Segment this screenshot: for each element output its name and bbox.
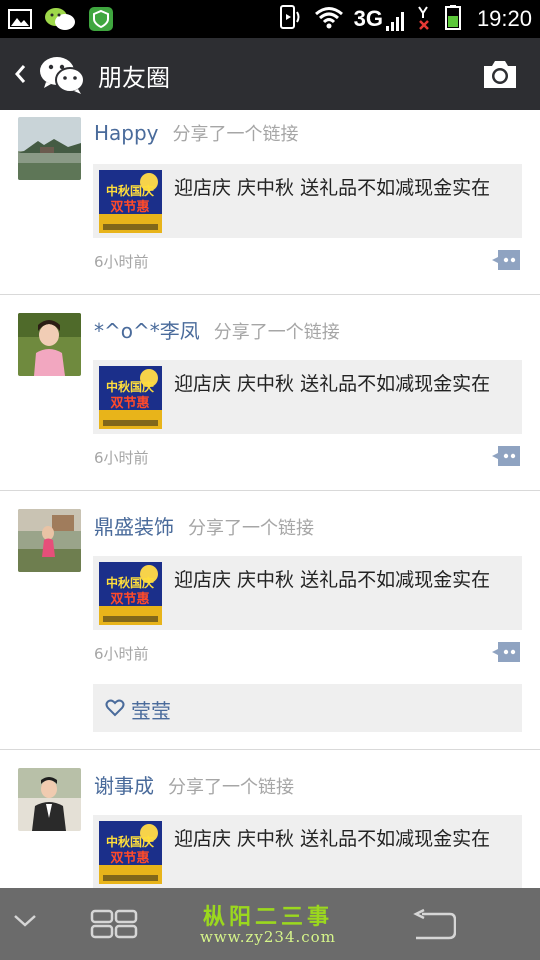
- link-thumbnail: 中秋国庆 双节惠: [99, 366, 162, 429]
- wechat-logo-icon[interactable]: [38, 54, 86, 96]
- chevron-left-icon[interactable]: [12, 60, 28, 88]
- post-action: 分享了一个链接: [168, 777, 294, 798]
- post-action: 分享了一个链接: [213, 322, 340, 343]
- svg-text:中秋国庆: 中秋国庆: [106, 575, 154, 590]
- watermark-url: www.zy234.com: [200, 928, 336, 946]
- comment-icon[interactable]: [490, 640, 522, 664]
- post-author[interactable]: *^o^*李凤: [94, 319, 200, 343]
- moments-feed[interactable]: Happy 分享了一个链接 中秋国庆 双节惠 迎店庆 庆中秋 送礼品不如减现金实在 …: [0, 110, 540, 888]
- post-author-line: 鼎盛装饰 分享了一个链接: [94, 511, 314, 540]
- like-user[interactable]: 莹莹: [131, 695, 171, 724]
- wechat-icon: [44, 6, 76, 36]
- link-thumbnail: 中秋国庆 双节惠: [99, 170, 162, 233]
- image-icon: [8, 8, 32, 34]
- feed-post: Happy 分享了一个链接 中秋国庆 双节惠 迎店庆 庆中秋 送礼品不如减现金实在 …: [0, 110, 540, 295]
- svg-text:中秋国庆: 中秋国庆: [106, 834, 154, 849]
- avatar[interactable]: [18, 313, 81, 376]
- svg-text:双节惠: 双节惠: [110, 850, 149, 866]
- back-icon[interactable]: [410, 908, 456, 940]
- thumb-text: 中秋国庆: [106, 183, 154, 198]
- link-title: 迎店庆 庆中秋 送礼品不如减现金实在: [174, 569, 491, 591]
- shared-link-card[interactable]: 中秋国庆 双节惠 迎店庆 庆中秋 送礼品不如减现金实在: [93, 164, 522, 238]
- watermark: 枞阳二三事 www.zy234.com: [200, 906, 336, 946]
- link-thumbnail: 中秋国庆 双节惠: [99, 821, 162, 884]
- battery-icon: [444, 4, 461, 34]
- system-nav-bar: 枞阳二三事 www.zy234.com: [0, 888, 540, 960]
- link-thumbnail: 中秋国庆 双节惠: [99, 562, 162, 625]
- chevron-down-icon[interactable]: [12, 912, 38, 930]
- link-title: 迎店庆 庆中秋 送礼品不如减现金实在: [174, 373, 491, 395]
- post-author-line: *^o^*李凤 分享了一个链接: [94, 315, 340, 344]
- shared-link-card[interactable]: 中秋国庆 双节惠 迎店庆 庆中秋 送礼品不如减现金实在: [93, 360, 522, 434]
- heart-icon: [105, 699, 125, 717]
- svg-text:双节惠: 双节惠: [110, 199, 149, 215]
- likes-box: 莹莹: [93, 684, 522, 732]
- post-author[interactable]: 鼎盛装饰: [94, 515, 174, 539]
- post-action: 分享了一个链接: [188, 518, 314, 539]
- avatar[interactable]: [18, 117, 81, 180]
- post-author-line: Happy 分享了一个链接: [94, 120, 299, 146]
- status-bar: 3G 19:20: [0, 0, 540, 38]
- svg-text:中秋国庆: 中秋国庆: [106, 379, 154, 394]
- svg-text:双节惠: 双节惠: [110, 591, 149, 607]
- recent-apps-icon[interactable]: [90, 908, 138, 940]
- link-title: 迎店庆 庆中秋 送礼品不如减现金实在: [174, 177, 491, 199]
- watermark-title: 枞阳二三事: [202, 904, 333, 930]
- vibrate-icon: [278, 4, 304, 34]
- app-header: 朋友圈: [0, 38, 540, 110]
- shared-link-card[interactable]: 中秋国庆 双节惠 迎店庆 庆中秋 送礼品不如减现金实在: [93, 815, 522, 888]
- post-author-line: 谢事成 分享了一个链接: [94, 770, 294, 799]
- feed-post: 鼎盛装饰 分享了一个链接 中秋国庆 双节惠 迎店庆 庆中秋 送礼品不如减现金实在 6…: [0, 491, 540, 750]
- post-author[interactable]: Happy: [94, 121, 159, 145]
- feed-post: *^o^*李凤 分享了一个链接 中秋国庆 双节惠 迎店庆 庆中秋 送礼品不如减现金实…: [0, 295, 540, 491]
- post-time: 6小时前: [94, 645, 149, 663]
- wifi-icon: [314, 5, 344, 33]
- comment-icon[interactable]: [490, 444, 522, 468]
- link-title: 迎店庆 庆中秋 送礼品不如减现金实在: [174, 828, 491, 850]
- shared-link-card[interactable]: 中秋国庆 双节惠 迎店庆 庆中秋 送礼品不如减现金实在: [93, 556, 522, 630]
- clock: 19:20: [476, 6, 532, 31]
- svg-text:双节惠: 双节惠: [110, 395, 149, 411]
- comment-icon[interactable]: [490, 248, 522, 272]
- feed-post: 谢事成 分享了一个链接 中秋国庆 双节惠 迎店庆 庆中秋 送礼品不如减现金实在: [0, 750, 540, 888]
- shield-icon: [88, 6, 114, 36]
- signal-icon: 3G: [354, 6, 407, 32]
- camera-icon[interactable]: [482, 58, 518, 90]
- post-time: 6小时前: [94, 253, 149, 271]
- post-time: 6小时前: [94, 449, 149, 467]
- page-title: 朋友圈: [98, 64, 170, 92]
- post-author[interactable]: 谢事成: [94, 774, 154, 798]
- avatar[interactable]: [18, 768, 81, 831]
- network-type: 3G: [353, 6, 383, 31]
- post-action: 分享了一个链接: [172, 124, 299, 145]
- no-sim-icon: [417, 4, 435, 34]
- avatar[interactable]: [18, 509, 81, 572]
